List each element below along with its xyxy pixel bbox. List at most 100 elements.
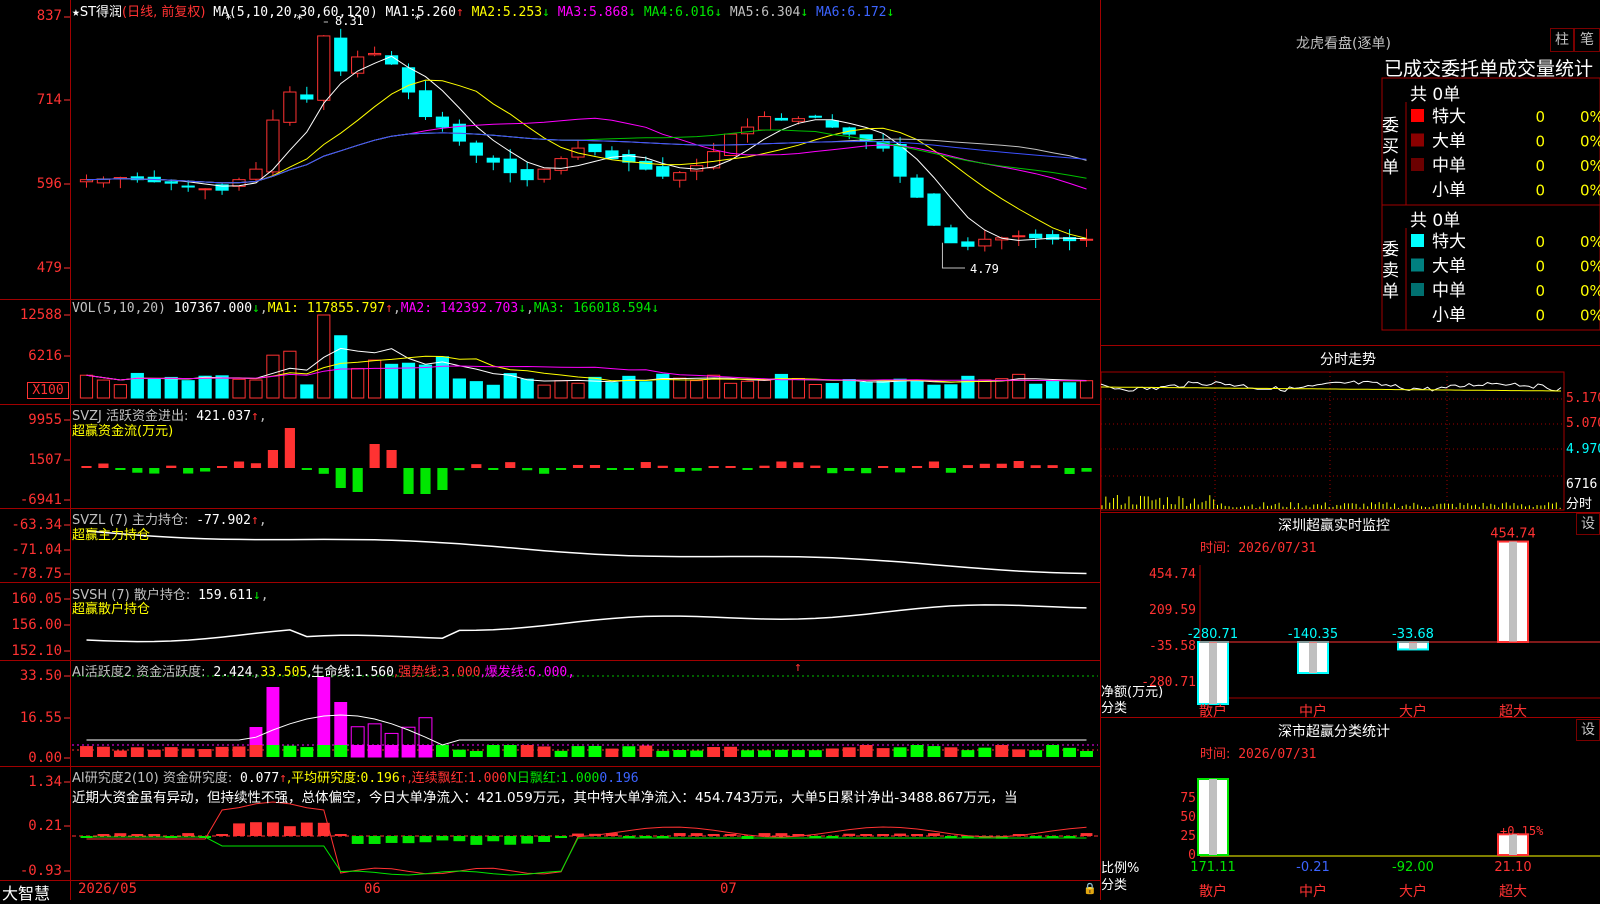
candle-body [198, 188, 212, 191]
kline-ytick-2: 714 [36, 92, 62, 108]
class-ytick-1: 75 [1180, 791, 1196, 806]
research-bar [453, 836, 466, 842]
vol-value: 107367.000 [173, 301, 253, 316]
vol-ma1-arrow: ↑ [385, 301, 393, 316]
fund-flow-bar [1013, 461, 1024, 468]
sz-class-date: 时间: 2026/07/31 [1200, 747, 1317, 762]
sz-ytick-2: 209.59 [1149, 603, 1196, 618]
activity-bar [724, 746, 738, 757]
research-bar [487, 836, 500, 842]
volume-bar [673, 377, 687, 399]
airesearch-commentary: 近期大资金虽有异动，但持续性不强，总体偏空，今日大单净流入：421.059万元，… [72, 790, 1018, 806]
fund-flow-bar [742, 468, 753, 470]
volume-bar [469, 381, 483, 399]
volume-bar [978, 379, 992, 399]
sz-monitor-settings-button[interactable]: 设 [1576, 513, 1600, 535]
volume-bar [757, 379, 772, 399]
buy-count: 共 0单 [1410, 85, 1461, 105]
intraday-unit: 分时 [1566, 497, 1593, 512]
activity-bar [435, 745, 449, 757]
candle-body [368, 52, 382, 56]
activity-bar [486, 745, 500, 757]
activity-bar [995, 745, 1009, 757]
fund-flow-bar [945, 468, 957, 473]
vol-ma1-name: MA1: [267, 301, 299, 316]
ma5-value: 6.304 [761, 5, 801, 20]
airesearch-ytick-3: -0.93 [19, 863, 62, 879]
lock-icon[interactable]: 🔒 [1083, 882, 1097, 895]
fund-flow-bar [725, 466, 736, 468]
fund-flow-bar [183, 468, 194, 474]
fund-flow-bar [166, 465, 177, 468]
candle-body [537, 168, 551, 180]
research-bar [402, 836, 415, 844]
volume-bar [690, 380, 704, 399]
activity-bar [351, 745, 365, 757]
activity-bar [791, 750, 805, 757]
activity-bar [961, 750, 975, 757]
volume-bar [198, 375, 212, 399]
sz-class-title: 深市超赢分类统计 [1278, 724, 1390, 740]
sell-swatch-2 [1411, 258, 1424, 272]
candle-body [520, 169, 534, 181]
sz-ytick-3: -35.58 [1149, 639, 1196, 654]
sell-row-pct-2: 0% [1580, 258, 1600, 276]
sell-side-label: 委卖单 [1382, 240, 1399, 302]
vol-unit-badge[interactable]: X100 [27, 382, 69, 399]
volume-bar [876, 380, 890, 399]
svzl-ytick-2: -71.04 [11, 542, 62, 558]
sz-monitor-category-4: 超大 [1499, 704, 1527, 720]
kline-ytick-4: 479 [36, 260, 62, 276]
research-bar [775, 833, 788, 836]
retail-position-line [86, 604, 1087, 643]
research-bar [216, 834, 229, 836]
tick-view-button[interactable]: 笔 [1574, 28, 1600, 52]
volume-bar [571, 382, 585, 399]
volume-bar [96, 379, 111, 399]
volume-bar [961, 375, 975, 399]
period-note[interactable]: (日线, 前复权) [122, 5, 205, 20]
volume-bar [452, 378, 466, 399]
ai2-ytick-3: 0.00 [28, 750, 62, 766]
vol-arrow: ↓ [252, 301, 260, 316]
low-price-label: 4.79 [970, 262, 999, 276]
fund-flow-bar [962, 465, 973, 468]
ai2-burst-value: 6.000, [528, 665, 576, 680]
fund-flow-bar [911, 466, 923, 468]
research-bar [114, 833, 127, 836]
buy-row-label-2: 大单 [1432, 132, 1466, 152]
brand-logo[interactable]: 大智慧 [2, 880, 50, 904]
candle-body [435, 116, 450, 128]
svsh-arrow: ↓ [252, 588, 261, 603]
intraday-title[interactable]: 分时走势 [1320, 349, 1376, 369]
volume-bar [147, 378, 161, 399]
airesearch-lx-value: 1.000 [468, 771, 508, 786]
activity-bar [1063, 747, 1077, 757]
sz-class-value-label-3: -92.00 [1392, 860, 1434, 875]
activity-bar [368, 745, 382, 757]
sz-class-settings-button[interactable]: 设 [1576, 719, 1600, 741]
buy-row-pct-4: 0% [1580, 182, 1600, 200]
research-bar [877, 834, 890, 836]
fund-flow-bar [691, 468, 702, 471]
activity-bar [300, 747, 314, 757]
candle-body [757, 116, 772, 131]
ma5-name: MA5: [729, 5, 762, 20]
activity-bar [164, 747, 178, 757]
airesearch-value: 0.077 [240, 771, 280, 786]
bar-view-button[interactable]: 柱 [1550, 28, 1574, 52]
candle-body [808, 115, 822, 118]
research-bar [250, 822, 262, 836]
stock-name[interactable]: ST得润 [80, 5, 122, 20]
activity-bar [978, 747, 992, 757]
activity-bar [758, 750, 771, 757]
fund-flow-bar [793, 462, 804, 468]
sz-class-category-2: 中户 [1299, 883, 1327, 900]
activity-bar [283, 745, 297, 757]
volume-bar [723, 382, 738, 399]
activity-bar [317, 745, 331, 757]
ai2-burst-label: ,爆发线: [480, 665, 529, 680]
ai2-strong-label: ,强势线: [393, 665, 442, 680]
fund-flow-bar [894, 468, 906, 473]
svzj-ytick-3: -6941 [19, 492, 62, 508]
